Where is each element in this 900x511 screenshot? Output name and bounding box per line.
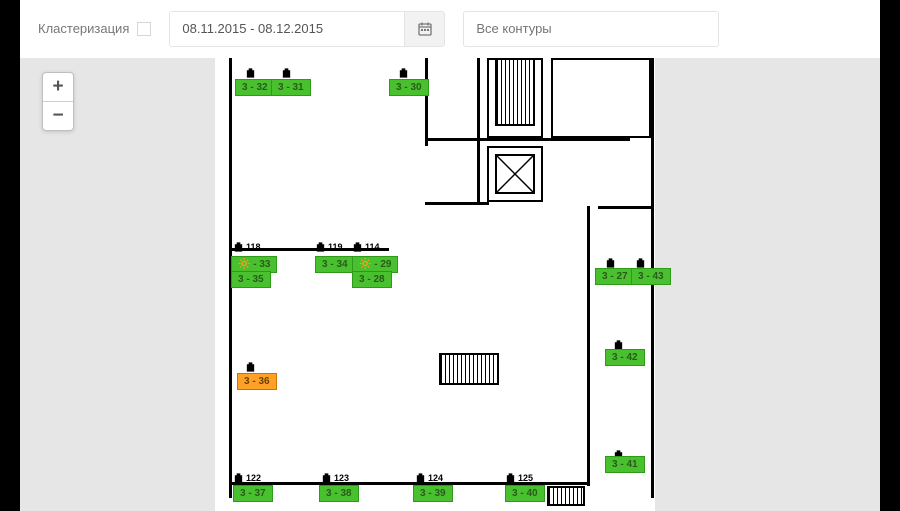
zone-tag[interactable]: 3 - 37 bbox=[233, 485, 273, 502]
zone-tag[interactable]: 3 - 34 bbox=[315, 256, 355, 273]
sensor-marker[interactable]: 118 bbox=[233, 240, 261, 254]
camera-icon bbox=[315, 240, 326, 254]
camera-icon bbox=[245, 360, 256, 374]
camera-icon bbox=[321, 471, 332, 485]
sensor-marker[interactable]: 114 bbox=[352, 240, 380, 254]
sensor-id: 124 bbox=[428, 473, 443, 483]
zoom-out-button[interactable]: − bbox=[43, 101, 73, 130]
stairwell-icon bbox=[495, 58, 535, 126]
sensor-id: 123 bbox=[334, 473, 349, 483]
clustering-label: Кластеризация bbox=[38, 21, 129, 36]
zone-tag[interactable]: 3 - 38 bbox=[319, 485, 359, 502]
zone-tag[interactable]: 3 - 39 bbox=[413, 485, 453, 502]
camera-icon bbox=[233, 471, 244, 485]
sensor-id: 119 bbox=[328, 242, 343, 252]
camera-icon bbox=[245, 66, 256, 80]
date-range-input[interactable] bbox=[170, 12, 404, 46]
camera-marker[interactable] bbox=[245, 66, 256, 80]
elevator-cross-icon bbox=[495, 154, 535, 194]
zone-tag[interactable]: 3 - 42 bbox=[605, 349, 645, 366]
camera-icon bbox=[398, 66, 409, 80]
clustering-checkbox[interactable] bbox=[137, 22, 151, 36]
sensor-marker[interactable]: 125 bbox=[505, 471, 533, 485]
toolbar: Кластеризация bbox=[20, 0, 880, 58]
zone-tag[interactable]: 3 - 35 bbox=[231, 271, 271, 288]
camera-icon bbox=[281, 66, 292, 80]
camera-icon bbox=[233, 240, 244, 254]
camera-icon bbox=[352, 240, 363, 254]
clustering-toggle-group: Кластеризация bbox=[38, 21, 151, 36]
zone-tag[interactable]: 3 - 40 bbox=[505, 485, 545, 502]
zone-tag[interactable]: 3 - 30 bbox=[389, 79, 429, 96]
date-range-group bbox=[169, 11, 445, 47]
zone-tag[interactable]: 3 - 36 bbox=[237, 373, 277, 390]
stairwell-icon bbox=[547, 486, 585, 506]
zoom-control: + − bbox=[42, 72, 74, 131]
contour-select[interactable] bbox=[463, 11, 719, 47]
sensor-id: 114 bbox=[365, 242, 380, 252]
zone-tag[interactable]: 3 - 31 bbox=[271, 79, 311, 96]
zone-tag[interactable]: 3 - 32 bbox=[235, 79, 275, 96]
sensor-id: 125 bbox=[518, 473, 533, 483]
zone-tag[interactable]: 3 - 28 bbox=[352, 271, 392, 288]
sensor-id: 118 bbox=[246, 242, 261, 252]
sensor-id: 122 bbox=[246, 473, 261, 483]
camera-icon bbox=[505, 471, 516, 485]
zone-tag[interactable]: 3 - 41 bbox=[605, 456, 645, 473]
calendar-button[interactable] bbox=[404, 12, 444, 46]
map-viewport[interactable]: + − bbox=[20, 58, 880, 511]
sensor-marker[interactable]: 122 bbox=[233, 471, 261, 485]
app-frame: Кластеризация + − bbox=[20, 0, 880, 511]
camera-marker[interactable] bbox=[245, 360, 256, 374]
sensor-marker[interactable]: 124 bbox=[415, 471, 443, 485]
zone-tag[interactable]: 3 - 27 bbox=[595, 268, 635, 285]
zoom-in-button[interactable]: + bbox=[43, 73, 73, 101]
camera-icon bbox=[415, 471, 426, 485]
floor-plan: 118 119 114 122 bbox=[215, 58, 655, 511]
camera-marker[interactable] bbox=[398, 66, 409, 80]
sensor-marker[interactable]: 123 bbox=[321, 471, 349, 485]
calendar-icon bbox=[418, 22, 432, 36]
sensor-marker[interactable]: 119 bbox=[315, 240, 343, 254]
vent-icon bbox=[439, 353, 499, 385]
camera-marker[interactable] bbox=[281, 66, 292, 80]
zone-tag[interactable]: 3 - 43 bbox=[631, 268, 671, 285]
